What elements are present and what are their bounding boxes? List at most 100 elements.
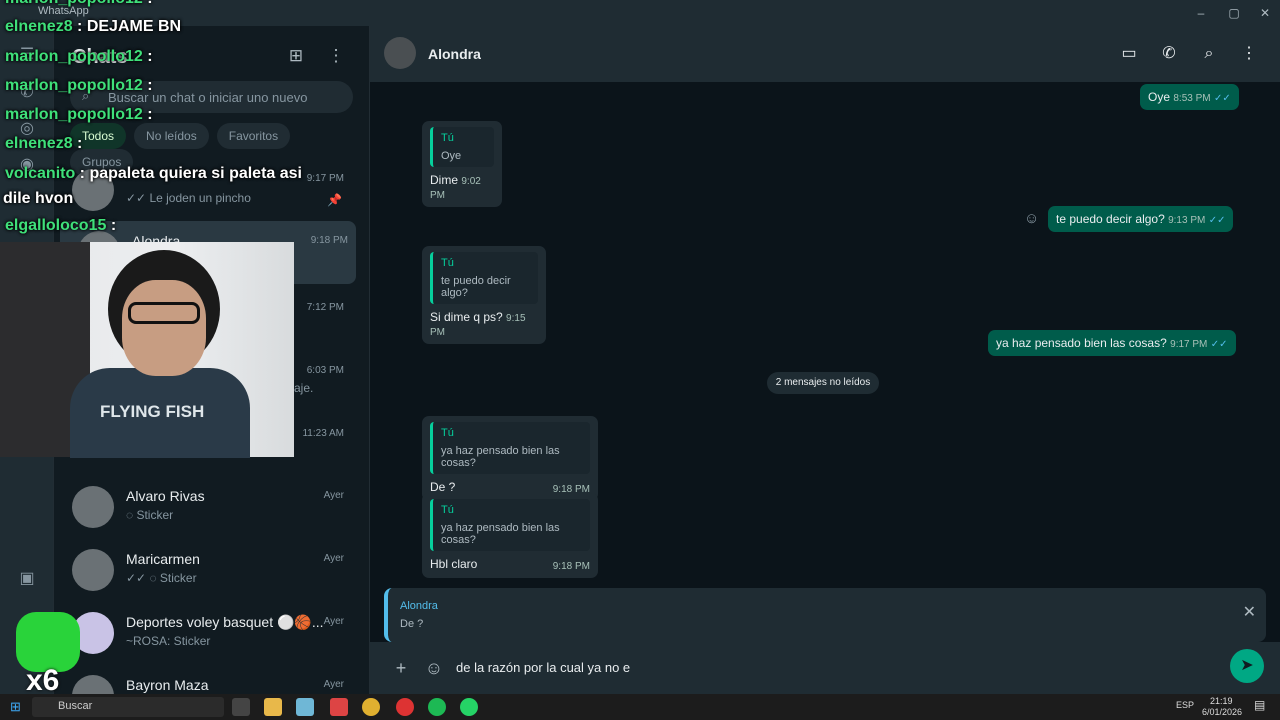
- filter-chips: Todos No leídos FavoritosGrupos: [70, 123, 369, 175]
- stream-chat-line: elnenez8 :: [5, 135, 83, 152]
- menu-icon[interactable]: ⋮: [1237, 42, 1261, 66]
- quote-text: Oye: [441, 150, 462, 162]
- chat-name: Alvaro Rivas: [126, 488, 205, 504]
- clock-time[interactable]: 21:19: [1210, 696, 1233, 706]
- chat-preview: aje.: [294, 381, 314, 395]
- stream-chat-line: dile hvon: [3, 190, 74, 207]
- reply-preview: Alondra De ? ✕: [384, 588, 1266, 642]
- stream-chat-line: marlon_popollo12 :: [5, 48, 153, 65]
- video-call-icon[interactable]: ▭: [1117, 42, 1141, 66]
- message-time: 9:17 PM: [1170, 339, 1208, 350]
- search-icon[interactable]: ⌕: [1197, 42, 1221, 66]
- send-button[interactable]: ➤: [1230, 649, 1264, 683]
- quote-author: Tú: [441, 132, 454, 144]
- minimize-icon[interactable]: –: [1186, 0, 1216, 26]
- start-icon[interactable]: ⊞: [10, 699, 21, 715]
- stream-chat-line: volcanito : papaleta quiera si paleta as…: [5, 165, 302, 182]
- quote-text: ya haz pensado bien las cosas?: [441, 522, 560, 546]
- avatar: [72, 549, 114, 591]
- message-input[interactable]: de la razón por la cual ya no e: [456, 660, 630, 675]
- chat-name: Bayron Maza: [126, 677, 209, 693]
- spotify-icon[interactable]: [428, 698, 446, 716]
- menu-icon[interactable]: ⋮: [324, 44, 348, 68]
- message-in[interactable]: Tú te puedo decir algo? Si dime q ps? 9:…: [422, 246, 546, 344]
- quoted-message[interactable]: Tú te puedo decir algo?: [430, 252, 538, 304]
- chat-row-bayron[interactable]: Bayron Maza Ayer: [54, 665, 370, 694]
- close-reply-icon[interactable]: ✕: [1243, 602, 1256, 622]
- chat-row-maricarmen[interactable]: Maricarmen ✓✓ ◌ Sticker Ayer: [54, 539, 370, 602]
- chat-time: 11:23 AM: [302, 428, 344, 439]
- file-explorer-icon[interactable]: [264, 698, 282, 716]
- language-indicator[interactable]: ESP: [1176, 700, 1194, 710]
- chat-preview: ~ROSA: Sticker: [126, 634, 211, 648]
- composer: + ☺ de la razón por la cual ya no e ➤: [370, 642, 1280, 694]
- task-view-icon[interactable]: [232, 698, 250, 716]
- chat-preview: ✓✓ Le joden un pincho: [126, 191, 251, 205]
- media-icon[interactable]: ▣: [16, 568, 38, 590]
- message-in[interactable]: Tú Oye Dime 9:02 PM: [422, 121, 502, 207]
- filter-no-leidos[interactable]: No leídos: [134, 123, 209, 149]
- voice-call-icon[interactable]: ✆: [1157, 42, 1181, 66]
- chat-time: Ayer: [323, 490, 344, 501]
- read-check-icon: ✓✓: [1208, 215, 1226, 226]
- read-check-icon: ✓✓: [1213, 93, 1231, 104]
- app-icon[interactable]: [296, 698, 314, 716]
- avatar: [72, 675, 114, 694]
- message-text: te puedo decir algo?: [1056, 212, 1165, 226]
- close-window-icon[interactable]: ✕: [1250, 0, 1280, 26]
- app-icon[interactable]: [330, 698, 348, 716]
- webcam-shirt-print: FLYING FISH: [100, 402, 205, 421]
- message-out[interactable]: te puedo decir algo? 9:13 PM ✓✓: [1048, 206, 1234, 232]
- taskbar-search[interactable]: Buscar: [32, 697, 224, 717]
- webcam-glasses: [128, 302, 200, 324]
- contact-name[interactable]: Alondra: [428, 46, 481, 62]
- chat-time: 7:12 PM: [306, 302, 344, 313]
- message-out[interactable]: ya haz pensado bien las cosas? 9:17 PM ✓…: [988, 330, 1236, 356]
- chat-row-deportes[interactable]: Deportes voley basquet ⚪🏀... ~ROSA: Stic…: [54, 602, 370, 665]
- filter-favoritos[interactable]: Favoritos: [216, 123, 291, 149]
- chat-preview: ✓✓ ◌ Sticker: [126, 571, 197, 585]
- emoji-react-icon[interactable]: ☺: [1024, 210, 1039, 227]
- emote-multiplier: x6: [26, 664, 60, 697]
- quoted-message[interactable]: Tú ya haz pensado bien las cosas?: [430, 422, 590, 474]
- conversation-header: Alondra ▭ ✆ ⌕ ⋮: [370, 26, 1280, 82]
- quoted-message[interactable]: Tú ya haz pensado bien las cosas?: [430, 499, 590, 551]
- stream-chat-line: marlon_popollo12 :: [5, 77, 153, 94]
- new-chat-icon[interactable]: ⊞: [284, 44, 308, 68]
- quote-author: Tú: [441, 257, 454, 269]
- chat-name: Deportes voley basquet ⚪🏀...: [126, 614, 324, 630]
- message-out[interactable]: Oye 8:53 PM ✓✓: [1140, 84, 1239, 110]
- message-in[interactable]: Tú ya haz pensado bien las cosas? De ? 9…: [422, 416, 598, 501]
- stream-chat-line: marlon_popollo12 :: [5, 0, 153, 8]
- chat-time: 9:18 PM: [310, 235, 348, 246]
- chat-preview: ◌ Sticker: [126, 508, 174, 522]
- attach-icon[interactable]: +: [389, 656, 413, 680]
- windows-taskbar: ⊞ Buscar ESP 21:19 6/01/2026 ▤: [0, 694, 1280, 720]
- notifications-icon[interactable]: ▤: [1254, 698, 1265, 712]
- obs-icon[interactable]: [396, 698, 414, 716]
- quoted-message[interactable]: Tú Oye: [430, 127, 494, 167]
- message-text: Si dime q ps?: [430, 310, 503, 324]
- chat-time: 6:03 PM: [306, 365, 344, 376]
- stream-chat-line: elgalloloco15 :: [5, 217, 117, 234]
- read-check-icon: ✓✓: [1210, 339, 1228, 350]
- avatar: [72, 486, 114, 528]
- message-in[interactable]: Tú ya haz pensado bien las cosas? Hbl cl…: [422, 493, 598, 578]
- stream-chat-line: marlon_popollo12 :: [5, 106, 153, 123]
- emote-icon: [16, 612, 80, 672]
- message-text: Oye: [1148, 90, 1171, 104]
- whatsapp-icon[interactable]: [460, 698, 478, 716]
- chat-time: Ayer: [323, 553, 344, 564]
- chat-time: Ayer: [323, 616, 344, 627]
- chrome-icon[interactable]: [362, 698, 380, 716]
- contact-avatar[interactable]: [384, 37, 416, 69]
- chat-row-alvaro[interactable]: Alvaro Rivas ◌ Sticker Ayer: [54, 476, 370, 539]
- message-time: 9:18 PM: [552, 561, 590, 572]
- sticker-icon[interactable]: ☺: [422, 656, 446, 680]
- maximize-icon[interactable]: ▢: [1219, 0, 1249, 26]
- quote-author: Tú: [441, 427, 454, 439]
- window-titlebar: WhatsApp – ▢ ✕: [0, 0, 1280, 26]
- message-text: De ?: [430, 480, 456, 494]
- conversation-panel: Alondra ▭ ✆ ⌕ ⋮ Oye 8:53 PM ✓✓ Tú Oye Di…: [370, 26, 1280, 694]
- clock-date[interactable]: 6/01/2026: [1202, 707, 1242, 717]
